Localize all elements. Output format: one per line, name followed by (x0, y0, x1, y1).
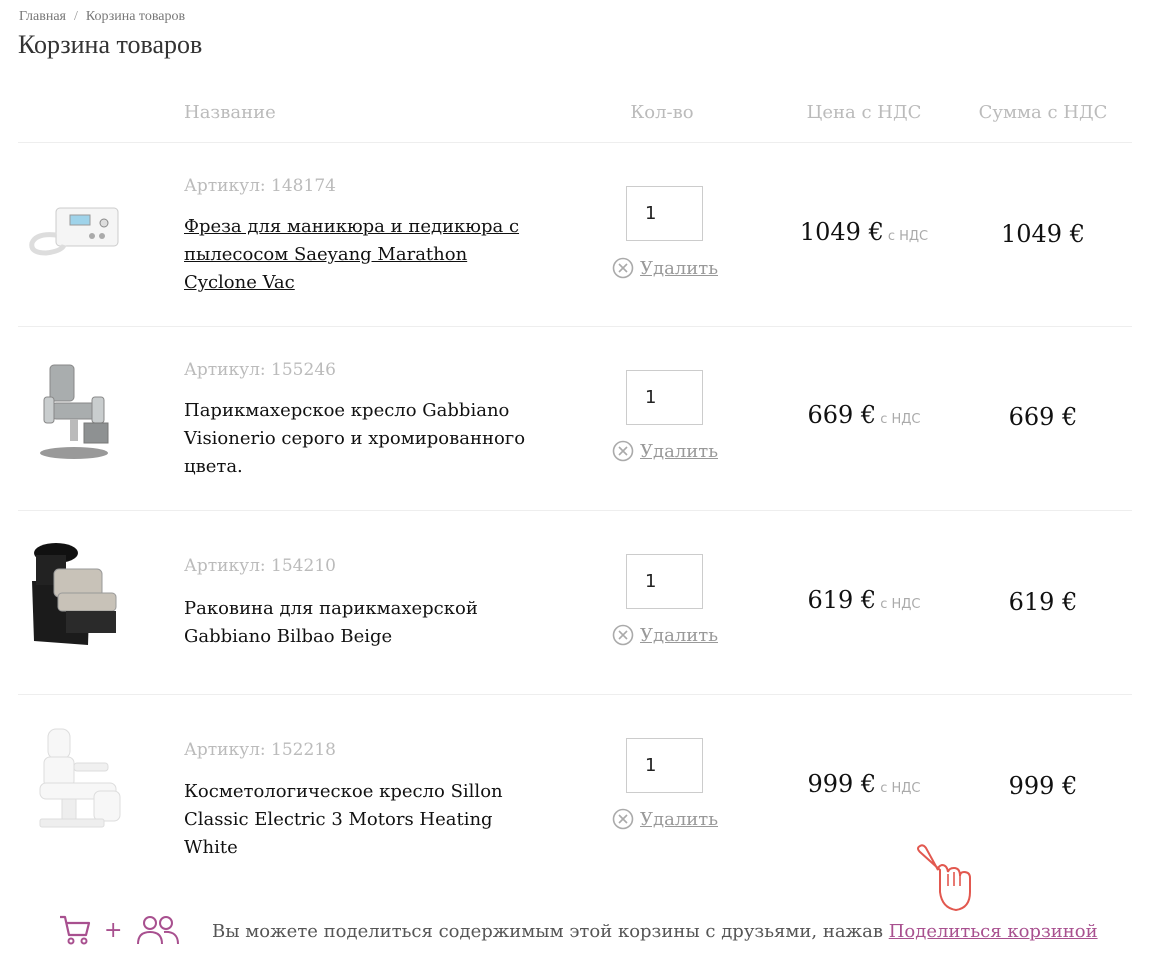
price-value: 999 € (807, 770, 877, 798)
share-icons: + (58, 914, 180, 946)
remove-label: Удалить (640, 808, 719, 830)
price-value: 619 € (807, 586, 877, 614)
remove-item-button[interactable]: Удалить (612, 808, 718, 830)
remove-label: Удалить (640, 440, 719, 462)
remove-item-button[interactable]: Удалить (612, 440, 718, 462)
sum-value: 669 € (1008, 403, 1078, 431)
price-cell: 669 € с НДС (788, 401, 940, 429)
cart-row: Артикул: 148174 Фреза для маникюра и пед… (18, 143, 1132, 327)
price-cell: 619 € с НДС (788, 586, 940, 614)
breadcrumb-separator: / (74, 9, 78, 24)
remove-label: Удалить (640, 257, 719, 279)
header-name: Название (184, 102, 276, 123)
product-image-cosmetic-chair[interactable] (26, 725, 126, 835)
price-cell: 1049 € с НДС (788, 218, 940, 246)
remove-circle-x-icon (612, 257, 634, 279)
price-cell: 999 € с НДС (788, 770, 940, 798)
vat-label: с НДС (880, 597, 921, 612)
share-message: Вы можете поделиться содержимым этой кор… (212, 921, 1098, 942)
price-value: 1049 € (799, 218, 884, 246)
cart-table-header: Название Кол-во Цена с НДС Сумма с НДС (18, 90, 1132, 143)
remove-circle-x-icon (612, 624, 634, 646)
product-image-barber-chair[interactable] (26, 357, 126, 467)
product-article: Артикул: 152218 (184, 740, 336, 760)
page-title: Корзина товаров (18, 30, 203, 59)
remove-label: Удалить (640, 624, 719, 646)
product-image-manicure-drill[interactable] (26, 173, 126, 283)
quantity-input[interactable] (626, 738, 703, 793)
product-name-link[interactable]: Фреза для маникюра и педикюра с пылесосо… (184, 213, 544, 297)
vat-label: с НДС (880, 781, 921, 796)
friends-icon (137, 916, 180, 945)
vat-label: с НДС (880, 412, 921, 427)
remove-item-button[interactable]: Удалить (612, 624, 718, 646)
plus-sign: + (104, 917, 123, 943)
product-name[interactable]: Косметологическое кресло Sillon Classic … (184, 778, 544, 862)
product-name[interactable]: Парикмахерское кресло Gabbiano Visioneri… (184, 397, 544, 481)
share-cart-section: + Вы можете поделиться содержимым этой к… (0, 900, 1157, 957)
sum-value: 1049 € (1001, 220, 1085, 248)
share-cart-link[interactable]: Поделиться корзиной (889, 921, 1098, 942)
breadcrumb-current: Корзина товаров (85, 9, 186, 24)
product-article: Артикул: 155246 (184, 360, 336, 380)
cart-icon (60, 915, 91, 945)
product-article: Артикул: 148174 (184, 176, 336, 196)
sum-value: 999 € (1008, 772, 1078, 800)
remove-circle-x-icon (612, 808, 634, 830)
breadcrumb-home-link[interactable]: Главная (19, 9, 66, 24)
product-image-wash-unit[interactable] (26, 541, 126, 651)
cart-row: Артикул: 155246 Парикмахерское кресло Ga… (18, 327, 1132, 511)
product-name[interactable]: Раковина для парикмахерской Gabbiano Bil… (184, 595, 544, 651)
quantity-input[interactable] (626, 554, 703, 609)
quantity-input[interactable] (626, 370, 703, 425)
share-text: Вы можете поделиться содержимым этой кор… (212, 921, 883, 942)
breadcrumb: Главная / Корзина товаров (19, 9, 185, 25)
vat-label: с НДС (887, 229, 929, 244)
product-article: Артикул: 154210 (184, 556, 336, 576)
price-value: 669 € (807, 401, 877, 429)
header-price: Цена с НДС (806, 102, 922, 123)
remove-circle-x-icon (612, 440, 634, 462)
sum-value: 619 € (1008, 588, 1078, 616)
quantity-input[interactable] (626, 186, 703, 241)
cart-row: Артикул: 154210 Раковина для парикмахерс… (18, 511, 1132, 695)
header-sum: Сумма с НДС (978, 102, 1108, 123)
remove-item-button[interactable]: Удалить (612, 257, 718, 279)
header-qty: Кол-во (630, 102, 694, 123)
